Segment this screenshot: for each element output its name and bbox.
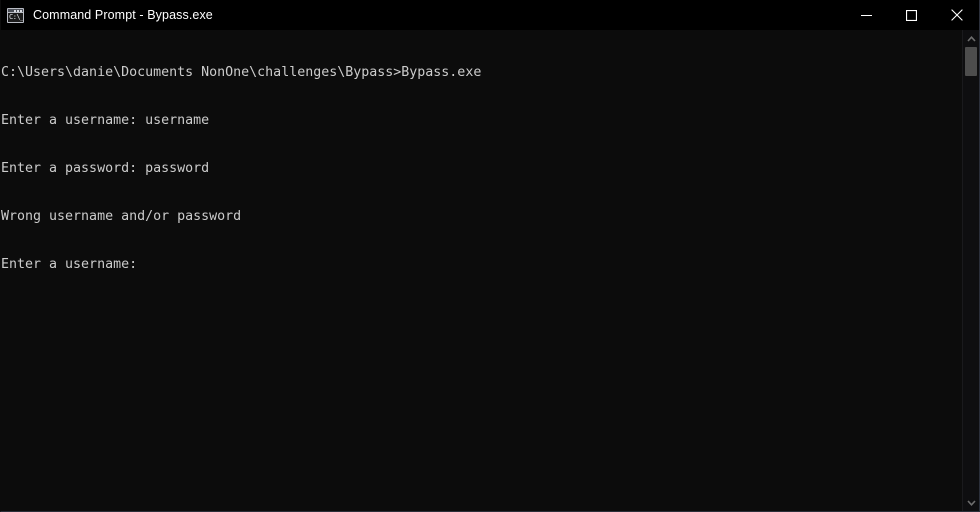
window-title: Command Prompt - Bypass.exe — [33, 8, 213, 22]
vertical-scrollbar[interactable] — [962, 30, 979, 511]
terminal-line: C:\Users\danie\Documents NonOne\challeng… — [1, 65, 482, 80]
terminal-output[interactable]: C:\Users\danie\Documents NonOne\challeng… — [1, 30, 962, 511]
close-icon — [950, 9, 963, 21]
scrollbar-track[interactable] — [963, 47, 979, 494]
command-prompt-window: C:\_ Command Prompt - Bypass.exe C:\User… — [0, 0, 980, 512]
title-bar-left: C:\_ Command Prompt - Bypass.exe — [1, 0, 844, 30]
title-bar[interactable]: C:\_ Command Prompt - Bypass.exe — [1, 0, 979, 30]
cmd-icon-prompt-text: C:\_ — [9, 12, 24, 21]
scrollbar-thumb[interactable] — [965, 47, 977, 76]
cmd-icon: C:\_ — [7, 7, 24, 23]
chevron-down-icon — [966, 499, 976, 506]
close-button[interactable] — [934, 0, 979, 30]
cmd-icon-dots — [14, 9, 22, 12]
terminal-line: Enter a username: username — [1, 113, 210, 128]
terminal-line: Enter a password: password — [1, 161, 210, 176]
minimize-icon — [861, 14, 872, 16]
chevron-up-icon — [966, 35, 976, 42]
scrollbar-up-button[interactable] — [963, 30, 979, 47]
terminal-line-prompt: Enter a username: — [1, 257, 146, 272]
console-body: C:\Users\danie\Documents NonOne\challeng… — [1, 30, 979, 511]
maximize-icon — [906, 9, 917, 21]
minimize-button[interactable] — [844, 0, 889, 30]
scrollbar-down-button[interactable] — [963, 494, 979, 511]
window-controls — [844, 0, 979, 30]
maximize-button[interactable] — [889, 0, 934, 30]
terminal-line: Wrong username and/or password — [1, 209, 242, 224]
